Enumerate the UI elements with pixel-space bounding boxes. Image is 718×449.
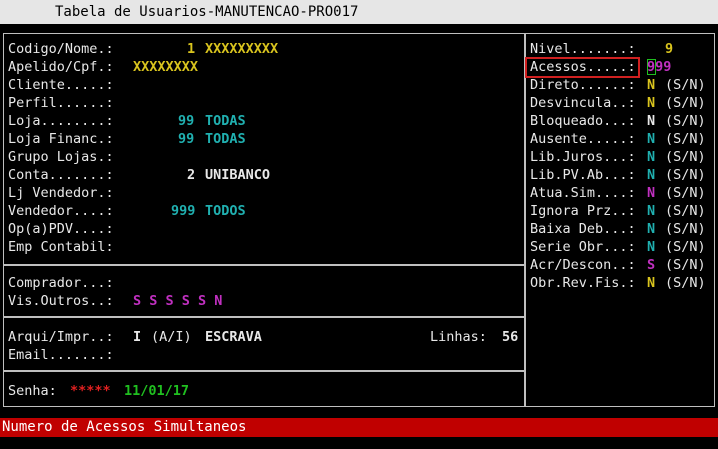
nivel-field[interactable]: 9 <box>665 40 673 58</box>
flag-hint: (S/N) <box>665 185 706 201</box>
flag-label: Baixa Deb...: <box>530 221 636 237</box>
flag-value-field[interactable]: N <box>647 184 655 202</box>
flag-label: Atua.Sim....: <box>530 185 636 201</box>
arqui-impr-hint: (A/I) <box>151 329 192 345</box>
lj-vendedor-label: Lj Vendedor.: <box>8 185 114 201</box>
flag-label: Obr.Rev.Fis.: <box>530 275 636 291</box>
apelido-label: Apelido/Cpf.: <box>8 59 114 75</box>
flag-hint: (S/N) <box>665 131 706 147</box>
email-label: Email.......: <box>8 347 114 363</box>
loja-financ-number[interactable]: 99 <box>178 130 194 148</box>
vendedor-name: TODOS <box>205 203 246 219</box>
cliente-label: Cliente.....: <box>8 77 114 93</box>
conta-label: Conta.......: <box>8 167 114 183</box>
loja-number[interactable]: 99 <box>178 112 194 130</box>
flag-hint: (S/N) <box>665 95 706 111</box>
flag-label: Bloqueado...: <box>530 113 636 129</box>
codigo-name[interactable]: XXXXXXXXX <box>205 40 278 58</box>
flag-hint: (S/N) <box>665 167 706 183</box>
codigo-number[interactable]: 1 <box>187 40 195 58</box>
flag-value-field[interactable]: N <box>647 166 655 184</box>
status-message: Numero de Acessos Simultaneos <box>2 419 247 435</box>
vis-outros-label: Vis.Outros..: <box>8 293 114 309</box>
flag-label: Acr/Descon..: <box>530 257 636 273</box>
grupo-lojas-label: Grupo Lojas.: <box>8 149 114 165</box>
flag-hint: (S/N) <box>665 239 706 255</box>
arqui-impr-label: Arqui/Impr..: <box>8 329 114 345</box>
flag-label: Lib.Juros...: <box>530 149 636 165</box>
vis-outros-field[interactable]: S S S S S N <box>133 292 222 310</box>
flag-label: Lib.PV.Ab...: <box>530 167 636 183</box>
flag-value-field[interactable]: N <box>647 130 655 148</box>
comprador-label: Comprador...: <box>8 275 114 291</box>
loja-label: Loja........: <box>8 113 114 129</box>
senha-field[interactable]: ***** <box>70 382 111 400</box>
flag-value-field[interactable]: N <box>647 94 655 112</box>
flag-value-field[interactable]: N <box>647 112 655 130</box>
flag-hint: (S/N) <box>665 113 706 129</box>
loja-financ-label: Loja Financ.: <box>8 131 114 147</box>
flag-hint: (S/N) <box>665 275 706 291</box>
flag-hint: (S/N) <box>665 221 706 237</box>
window-title: Tabela de Usuarios-MANUTENCAO-PRO017 <box>55 4 359 20</box>
apelido-field[interactable]: XXXXXXXX <box>133 58 198 76</box>
senha-date: 11/01/17 <box>124 383 190 399</box>
flag-hint: (S/N) <box>665 77 706 93</box>
linhas-field[interactable]: 56 <box>502 328 518 346</box>
title-bar: Tabela de Usuarios-MANUTENCAO-PRO017 <box>0 0 718 24</box>
flag-label: Ausente.....: <box>530 131 636 147</box>
loja-name: TODAS <box>205 113 246 129</box>
perfil-label: Perfil......: <box>8 95 114 111</box>
vendedor-number[interactable]: 999 <box>171 202 195 220</box>
flag-value-field[interactable]: N <box>647 238 655 256</box>
vendedor-label: Vendedor....: <box>8 203 114 219</box>
emp-contabil-label: Emp Contabil: <box>8 239 114 255</box>
loja-financ-name: TODAS <box>205 131 246 147</box>
flag-label: Ignora Prz..: <box>530 203 636 219</box>
flag-label: Direto......: <box>530 77 636 93</box>
flag-value-field[interactable]: S <box>647 256 655 274</box>
flag-hint: (S/N) <box>665 257 706 273</box>
acessos-label: Acessos.....: <box>530 59 636 75</box>
conta-number[interactable]: 2 <box>187 166 195 184</box>
nivel-label: Nivel.......: <box>530 41 636 57</box>
arqui-impr-name: ESCRAVA <box>205 329 262 345</box>
conta-name: UNIBANCO <box>205 167 271 183</box>
flag-label: Desvincula..: <box>530 95 636 111</box>
codigo-label: Codigo/Nome.: <box>8 41 114 57</box>
flag-value-field[interactable]: N <box>647 76 655 94</box>
flag-label: Serie Obr...: <box>530 239 636 255</box>
flag-hint: (S/N) <box>665 203 706 219</box>
flag-hint: (S/N) <box>665 149 706 165</box>
arqui-impr-field[interactable]: I <box>133 328 141 346</box>
flag-value-field[interactable]: N <box>647 220 655 238</box>
op-pdv-label: Op(a)PDV....: <box>8 221 114 237</box>
flag-value-field[interactable]: N <box>647 148 655 166</box>
flag-value-field[interactable]: N <box>647 202 655 220</box>
flag-value-field[interactable]: N <box>647 274 655 292</box>
linhas-label: Linhas: <box>430 329 487 345</box>
status-bar: Numero de Acessos Simultaneos <box>0 418 718 437</box>
acessos-field[interactable]: 999 <box>647 58 671 76</box>
senha-label: Senha: <box>8 383 57 399</box>
